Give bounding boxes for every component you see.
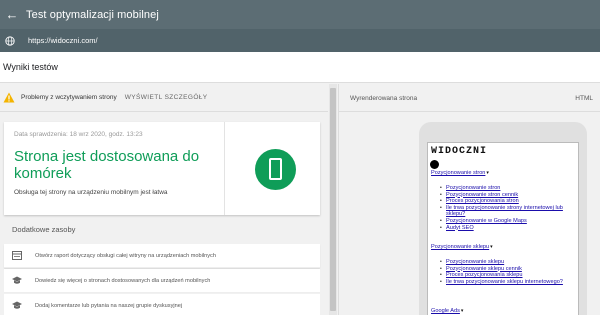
phone-frame: WIDOCZNI Pozycjonowanie stron▾ Pozycjono… <box>419 122 587 315</box>
page-title: Test optymalizacji mobilnej <box>26 8 159 21</box>
submenu-sklepu: Pozycjonowanie sklepu Pozycjonowanie skl… <box>440 259 578 286</box>
resources-title: Dodatkowe zasoby <box>12 225 76 234</box>
menu-item-google-ads[interactable]: Google Ads▾ <box>431 308 463 314</box>
url-bar: https://widoczni.com/ <box>0 29 600 52</box>
globe-icon <box>5 35 15 46</box>
caret-down-icon: ▾ <box>490 244 493 250</box>
submenu-item[interactable]: Pozycjonowanie sklepu <box>440 259 578 266</box>
submenu-item[interactable]: Proces pozycjonowania sklepu <box>440 272 578 279</box>
results-header: Wyniki testów <box>0 52 600 83</box>
resource-text: Dodaj komentarze lub pytania na naszej g… <box>35 302 183 309</box>
menu-item-label[interactable]: Google Ads <box>431 308 460 314</box>
menu-item-label[interactable]: Pozycjonowanie sklepu <box>431 244 489 250</box>
resource-discussion-group[interactable]: Dodaj komentarze lub pytania na naszej g… <box>4 294 320 315</box>
phone-icon <box>269 158 282 180</box>
submenu-stron: Pozycjonowanie stron Pozycjonowanie stro… <box>440 185 578 232</box>
warning-icon <box>3 92 15 103</box>
result-headline: Strona jest dostosowana do komórek <box>14 148 200 182</box>
submenu-item[interactable]: Ile trwa pozycjonowanie sklepu interneto… <box>440 279 578 286</box>
submenu-item[interactable]: Proces pozycjonowania stron <box>440 198 578 205</box>
show-details-link[interactable]: WYŚWIETL SZCZEGÓŁY <box>125 94 208 101</box>
tab-html[interactable]: HTML <box>575 95 593 102</box>
menu-item-label[interactable]: Pozycjonowanie stron <box>431 170 485 176</box>
rendered-page-panel: Wyrenderowana strona HTML WIDOCZNI Pozyc… <box>338 84 600 315</box>
check-date: Data sprawdzenia: 18 wrz 2020, godz. 13:… <box>14 131 143 138</box>
menu-item-pozycjonowanie-sklepu[interactable]: Pozycjonowanie sklepu▾ <box>431 244 493 250</box>
rendered-title: Wyrenderowana strona <box>350 95 418 102</box>
submenu-item[interactable]: Audyt SEO <box>440 225 578 232</box>
rendered-header: Wyrenderowana strona HTML <box>339 84 600 112</box>
results-panel: Problemy z wczytywaniem strony WYŚWIETL … <box>0 84 338 315</box>
results-title: Wyniki testów <box>3 62 58 72</box>
resource-learn-more[interactable]: Dowiedz się więcej o stronach dostosowan… <box>4 269 320 293</box>
site-logo: WIDOCZNI <box>431 146 488 157</box>
caret-down-icon: ▾ <box>486 170 489 176</box>
menu-dot-icon <box>430 160 439 169</box>
card-divider <box>224 122 225 215</box>
results-scrollbar[interactable] <box>329 84 337 315</box>
result-subtext: Obsługa tej strony na urządzeniu mobilny… <box>14 189 168 196</box>
submenu-item[interactable]: Pozycjonowanie stron <box>440 185 578 192</box>
caret-down-icon: ▾ <box>460 308 464 314</box>
back-arrow-icon[interactable]: ← <box>1 7 23 22</box>
rendered-screenshot: WIDOCZNI Pozycjonowanie stron▾ Pozycjono… <box>427 142 579 315</box>
mobile-friendly-badge <box>255 149 296 190</box>
submenu-item[interactable]: Pozycjonowanie w Google Maps <box>440 218 578 225</box>
submenu-item[interactable]: Ile trwa pozycjonowanie strony interneto… <box>440 205 578 218</box>
school-icon <box>12 301 22 309</box>
submenu-item[interactable]: Pozycjonowanie stron cennik <box>440 192 578 199</box>
loading-issues-row: Problemy z wczytywaniem strony WYŚWIETL … <box>0 84 328 112</box>
resource-text: Otwórz raport dotyczący obsługi całej wi… <box>35 252 216 259</box>
report-icon <box>12 251 22 260</box>
warning-text: Problemy z wczytywaniem strony <box>21 94 117 101</box>
submenu-item[interactable]: Pozycjonowanie sklepu cennik <box>440 266 578 273</box>
scrollbar-thumb[interactable] <box>330 88 336 311</box>
school-icon <box>12 276 22 284</box>
result-card: Data sprawdzenia: 18 wrz 2020, godz. 13:… <box>4 122 320 215</box>
app-header: ← Test optymalizacji mobilnej <box>0 0 600 29</box>
tested-url: https://widoczni.com/ <box>28 36 98 45</box>
menu-item-pozycjonowanie-stron[interactable]: Pozycjonowanie stron▾ <box>431 170 489 176</box>
resource-site-report[interactable]: Otwórz raport dotyczący obsługi całej wi… <box>4 244 320 268</box>
resource-text: Dowiedz się więcej o stronach dostosowan… <box>35 277 211 284</box>
